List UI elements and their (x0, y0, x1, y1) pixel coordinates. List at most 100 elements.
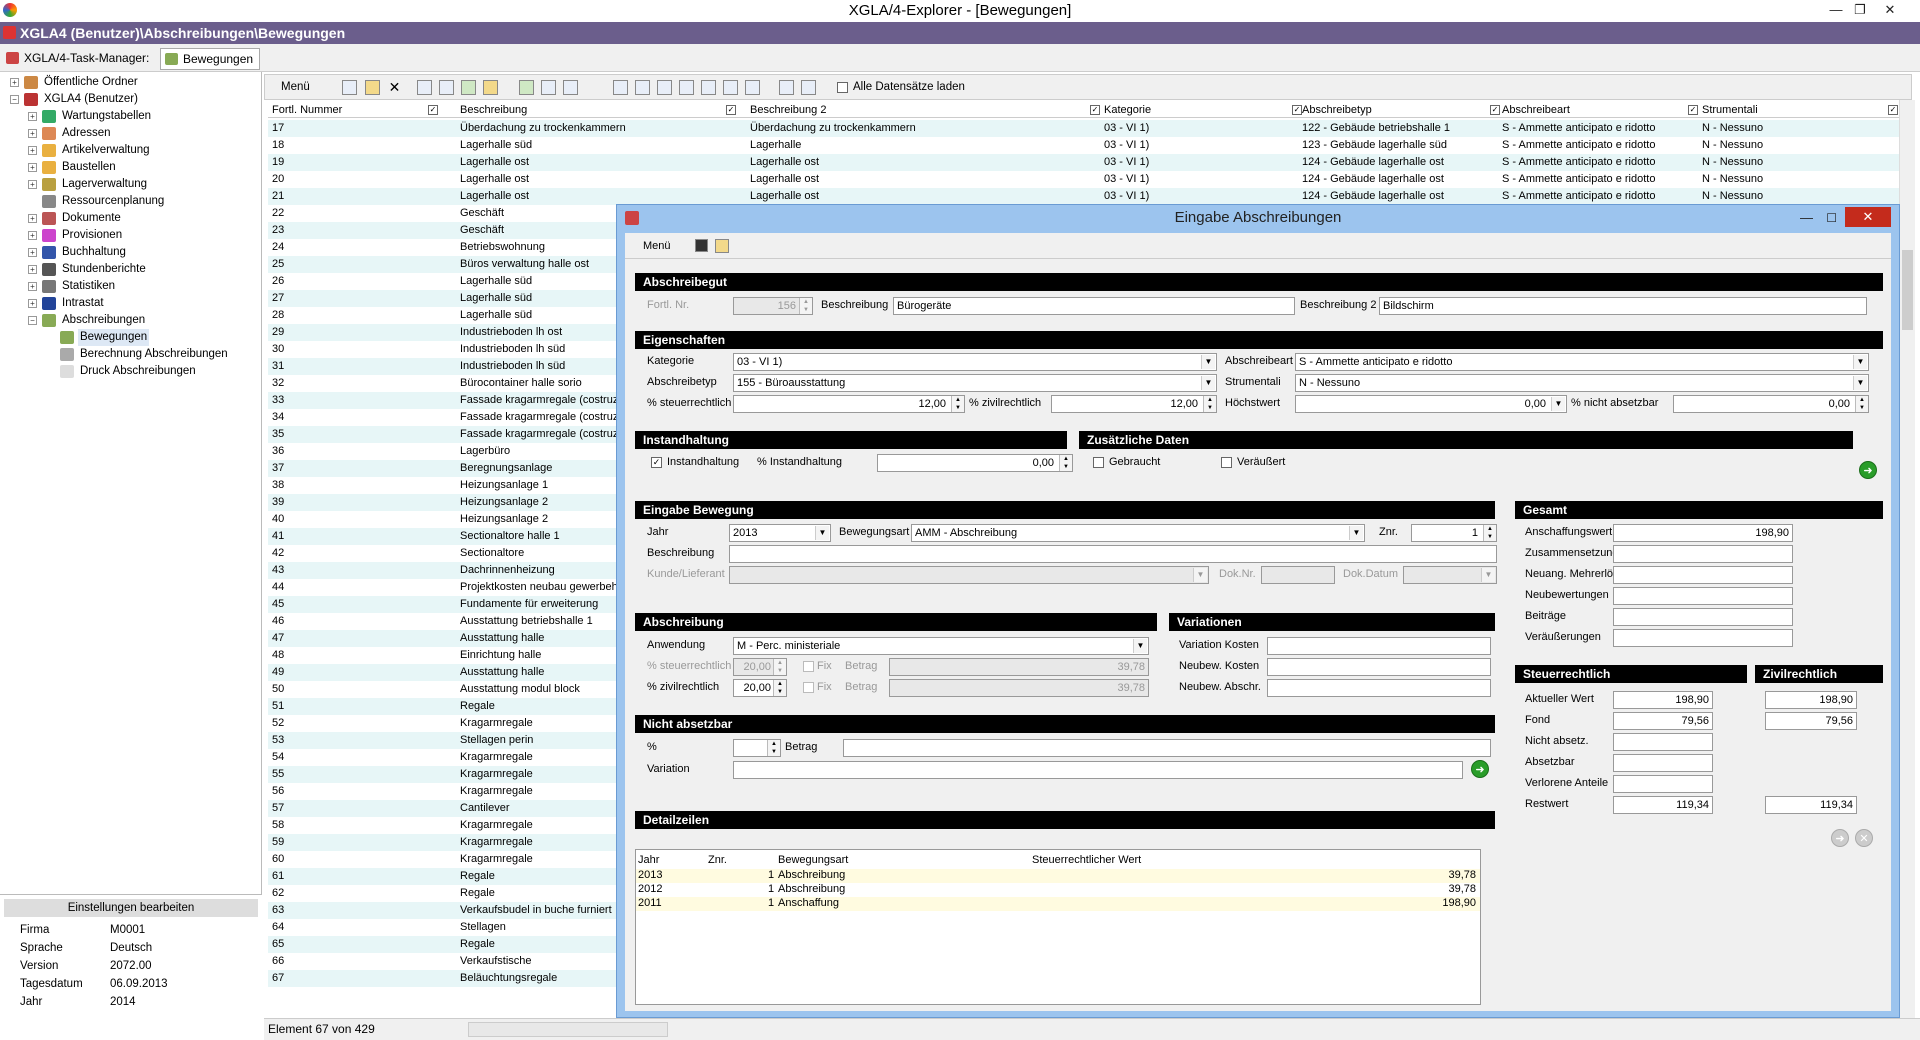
tree-expander-icon[interactable]: + (28, 146, 37, 155)
gesamt-field[interactable] (1613, 566, 1793, 584)
abs-zivil-field[interactable]: 20,00 ▲ ▼ (733, 679, 787, 697)
abschreibeart-dropdown-icon[interactable]: ▼ (1853, 355, 1867, 369)
column-header[interactable]: Abschreibetyp (1302, 102, 1372, 118)
new-icon[interactable] (342, 80, 357, 95)
abschreibetyp-dropdown-icon[interactable]: ▼ (1201, 376, 1215, 390)
znr-field[interactable]: 1 ▲ ▼ (1411, 524, 1497, 542)
gesamt-field[interactable] (1613, 545, 1793, 563)
anwendung-dropdown-icon[interactable]: ▼ (1133, 639, 1147, 653)
scroll-thumb[interactable] (1902, 250, 1913, 330)
list-scrollbar[interactable] (1899, 100, 1915, 1018)
tree-node[interactable]: − Abschreibungen (28, 312, 250, 329)
gesamt-field[interactable] (1613, 608, 1793, 626)
sort-icon[interactable] (439, 80, 454, 95)
pct-zivil-spinner-icon[interactable]: ▲ ▼ (1203, 396, 1216, 412)
close-icon[interactable]: ✕ (1877, 0, 1903, 20)
column-header[interactable]: Strumentali (1702, 102, 1758, 118)
minimize-icon[interactable]: — (1823, 0, 1849, 20)
copy-icon[interactable] (563, 80, 578, 95)
tree-expander-icon[interactable]: + (28, 282, 37, 291)
tree-node[interactable]: Berechnung Abschreibungen (46, 346, 250, 363)
nav-cancel-icon[interactable]: ✕ (1855, 829, 1873, 847)
save-close-icon[interactable] (715, 239, 729, 253)
variation-kosten-field[interactable] (1267, 637, 1491, 655)
na-pct-field[interactable]: ▲ ▼ (733, 739, 781, 757)
detail-column-header[interactable]: Znr. (708, 852, 727, 869)
tree-expander-icon[interactable]: + (28, 265, 37, 274)
znr-spinner-icon[interactable]: ▲ ▼ (1483, 525, 1496, 541)
collapse-icon[interactable] (801, 80, 816, 95)
detail-row[interactable]: 2012 1 Abschreibung 39,78 (636, 883, 1480, 897)
na-pct-spinner-icon[interactable]: ▲ ▼ (767, 740, 780, 756)
hoechstwert-dropdown-icon[interactable]: ▼ (1551, 397, 1565, 411)
nav-forward-icon[interactable]: ➜ (1831, 829, 1849, 847)
column-filter-icon[interactable]: ✓ (1490, 105, 1500, 115)
eingabe-beschreibung-field[interactable] (729, 545, 1497, 563)
kategorie-dropdown-icon[interactable]: ▼ (1201, 355, 1215, 369)
hoechstwert-field[interactable]: 0,00 ▼ (1295, 395, 1567, 413)
pct-steuer-spinner-icon[interactable]: ▲ ▼ (951, 396, 964, 412)
tab-bewegungen[interactable]: Bewegungen (160, 48, 261, 70)
zivil-fond-field[interactable]: 79,56 (1765, 712, 1857, 730)
table-row[interactable]: 20 Lagerhalle ost Lagerhalle ost 03 - VI 1)… (268, 171, 1900, 188)
tree-node[interactable]: + Intrastat (28, 295, 250, 312)
tree-node[interactable]: + Stundenberichte (28, 261, 250, 278)
delete-icon[interactable]: ✕ (387, 80, 402, 95)
instandhaltung-checkbox[interactable]: ✓ (651, 457, 662, 468)
save-icon[interactable] (695, 239, 708, 252)
detail-row[interactable]: 2011 1 Anschaffung 198,90 (636, 897, 1480, 911)
na-betrag-field[interactable] (843, 739, 1491, 757)
tree-expander-icon[interactable]: + (28, 180, 37, 189)
tree-expander-icon[interactable]: + (28, 231, 37, 240)
tree-expander-icon[interactable]: + (10, 78, 19, 87)
tree-expander-icon[interactable]: + (28, 129, 37, 138)
tree-node[interactable]: + Dokumente (28, 210, 250, 227)
tree-node[interactable]: Bewegungen (46, 329, 250, 346)
tab-task-manager[interactable]: XGLA/4-Task-Manager: (2, 48, 155, 70)
tree-expander-icon[interactable]: + (28, 214, 37, 223)
tree-node[interactable]: + Statistiken (28, 278, 250, 295)
column-filter-icon[interactable]: ✓ (1888, 105, 1898, 115)
tree-node[interactable]: − XGLA4 (Benutzer) (10, 91, 250, 108)
beschreibung2-field[interactable]: Bildschirm (1379, 297, 1867, 315)
table-icon[interactable] (679, 80, 694, 95)
filter-icon[interactable] (483, 80, 498, 95)
neubew-kosten-field[interactable] (1267, 658, 1491, 676)
layout1-icon[interactable] (613, 80, 628, 95)
column-filter-icon[interactable]: ✓ (1292, 105, 1302, 115)
steuer-field[interactable]: 79,56 (1613, 712, 1713, 730)
column-header[interactable]: Kategorie (1104, 102, 1151, 118)
settings-header[interactable]: Einstellungen bearbeiten (4, 899, 258, 917)
tree-node[interactable]: + Lagerverwaltung (28, 176, 250, 193)
layout2-icon[interactable] (635, 80, 650, 95)
column-filter-icon[interactable]: ✓ (428, 105, 438, 115)
column-header[interactable]: Fortl. Nummer (272, 102, 342, 118)
abschreibetyp-select[interactable]: 155 - Büroausstattung ▼ (733, 374, 1217, 392)
bewegungsart-select[interactable]: AMM - Abschreibung ▼ (911, 524, 1365, 542)
pct-nicht-absetzbar-spinner-icon[interactable]: ▲ ▼ (1855, 396, 1868, 412)
print-icon[interactable] (541, 80, 556, 95)
beschreibung-field[interactable]: Bürogeräte (893, 297, 1295, 315)
gesamt-field[interactable] (1613, 629, 1793, 647)
table-row[interactable]: 19 Lagerhalle ost Lagerhalle ost 03 - VI 1)… (268, 154, 1900, 171)
column-header[interactable]: Beschreibung (460, 102, 527, 118)
tree-expander-icon[interactable]: + (28, 163, 37, 172)
table-row[interactable]: 21 Lagerhalle ost Lagerhalle ost 03 - VI 1)… (268, 188, 1900, 205)
na-variation-field[interactable] (733, 761, 1463, 779)
table-row[interactable]: 18 Lagerhalle süd Lagerhalle 03 - VI 1) 123 … (268, 137, 1900, 154)
column-header[interactable]: Beschreibung 2 (750, 102, 826, 118)
tree-node[interactable]: + Wartungstabellen (28, 108, 250, 125)
tree-node[interactable]: + Öffentliche Ordner (10, 74, 250, 91)
search-icon[interactable] (417, 80, 432, 95)
grid-icon[interactable] (657, 80, 672, 95)
steuer-field[interactable] (1613, 754, 1713, 772)
expand-icon[interactable] (779, 80, 794, 95)
detail-row[interactable]: 2013 1 Abschreibung 39,78 (636, 869, 1480, 883)
variation-go-icon[interactable]: ➜ (1471, 760, 1489, 778)
tree-node[interactable]: + Adressen (28, 125, 250, 142)
rows-icon[interactable] (723, 80, 738, 95)
strumentali-select[interactable]: N - Nessuno ▼ (1295, 374, 1869, 392)
tree-expander-icon[interactable]: + (28, 248, 37, 257)
abs-zivil-spinner-icon[interactable]: ▲ ▼ (773, 680, 786, 696)
neubew-abschr-field[interactable] (1267, 679, 1491, 697)
